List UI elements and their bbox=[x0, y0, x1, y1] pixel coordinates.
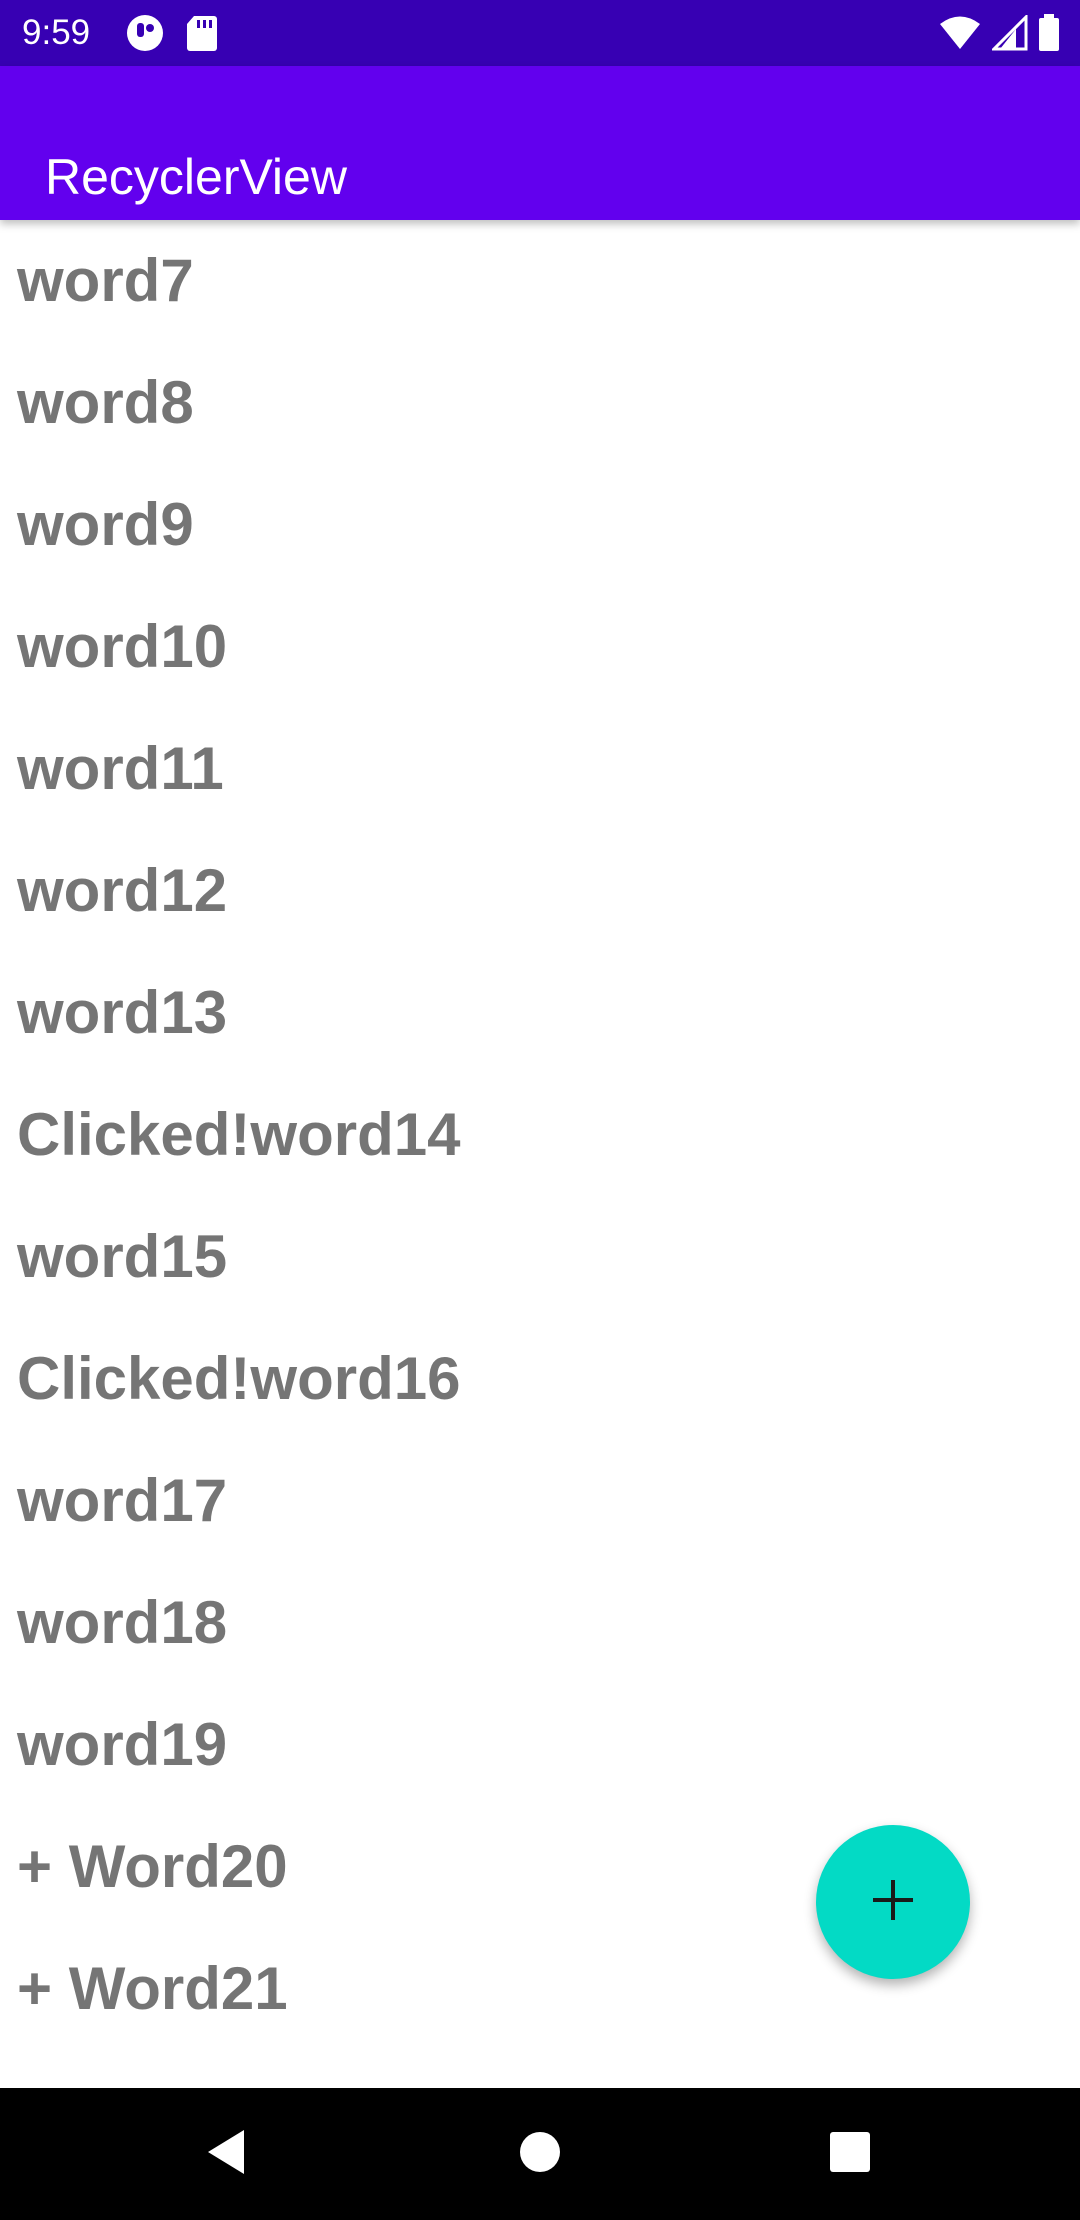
recents-button[interactable] bbox=[784, 2088, 916, 2220]
list-item[interactable]: word9 bbox=[0, 464, 1080, 586]
list-item[interactable]: word7 bbox=[0, 220, 1080, 342]
list-item[interactable]: Clicked!word14 bbox=[0, 1074, 1080, 1196]
list-item[interactable]: word11 bbox=[0, 708, 1080, 830]
navigation-bar bbox=[0, 2088, 1080, 2220]
back-button[interactable] bbox=[160, 2088, 292, 2220]
list-item[interactable]: word10 bbox=[0, 586, 1080, 708]
list-item[interactable]: word12 bbox=[0, 830, 1080, 952]
list-item[interactable]: word17 bbox=[0, 1440, 1080, 1562]
app-bar: RecyclerView bbox=[0, 66, 1080, 220]
list-item[interactable]: Clicked!word16 bbox=[0, 1318, 1080, 1440]
wifi-icon bbox=[938, 15, 982, 56]
status-time: 9:59 bbox=[22, 13, 91, 52]
battery-icon bbox=[1038, 14, 1060, 57]
list-item[interactable]: word13 bbox=[0, 952, 1080, 1074]
list-item[interactable]: word8 bbox=[0, 342, 1080, 464]
app-title: RecyclerView bbox=[45, 148, 347, 205]
sd-card-icon bbox=[186, 14, 218, 57]
list-item[interactable]: word18 bbox=[0, 1562, 1080, 1684]
home-button[interactable] bbox=[474, 2088, 606, 2220]
home-icon bbox=[518, 2130, 562, 2179]
add-fab-button[interactable] bbox=[816, 1825, 970, 1979]
recents-icon bbox=[828, 2130, 872, 2179]
recycler-list[interactable]: word6 word7 word8 word9 word10 word11 wo… bbox=[0, 220, 1080, 2088]
notification-icon bbox=[126, 14, 166, 57]
list-item[interactable]: word19 bbox=[0, 1684, 1080, 1806]
status-bar: 9:59 bbox=[0, 0, 1080, 66]
add-icon bbox=[871, 1878, 915, 1927]
cell-signal-icon bbox=[990, 13, 1028, 56]
back-icon bbox=[204, 2128, 248, 2181]
list-item[interactable]: word15 bbox=[0, 1196, 1080, 1318]
